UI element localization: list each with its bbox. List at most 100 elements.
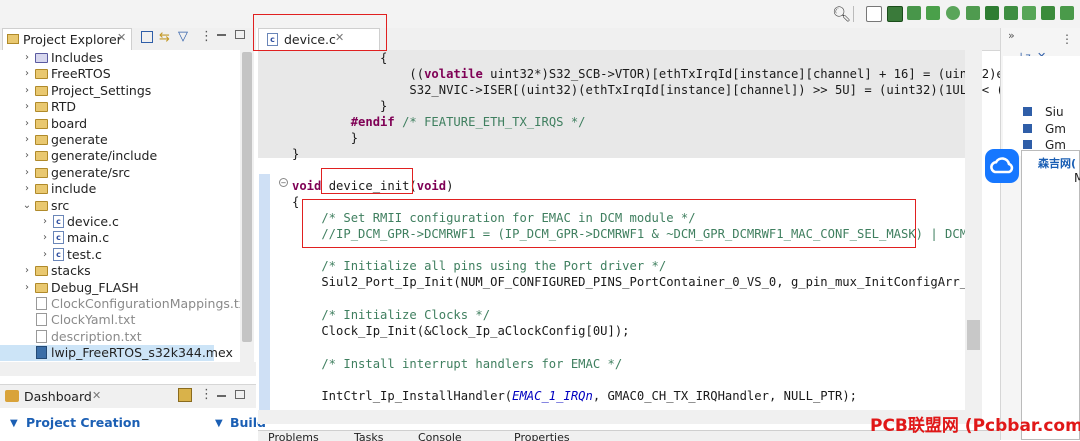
- folder-icon: [35, 135, 48, 145]
- dashboard-tabbar: Dashboard ✕ ⋮: [0, 384, 256, 409]
- chevron-right-icon[interactable]: ›: [40, 214, 50, 230]
- chevron-right-icon[interactable]: ›: [22, 181, 32, 197]
- dcd-icon[interactable]: [1022, 6, 1036, 20]
- code-line[interactable]: /* Initialize all pins using the Port dr…: [292, 258, 666, 274]
- ddr-icon[interactable]: [1004, 6, 1018, 20]
- outline-item-label: Siu: [1045, 105, 1064, 119]
- qe-icon[interactable]: [1041, 6, 1055, 20]
- code-line[interactable]: }: [292, 130, 358, 146]
- pins-icon[interactable]: [926, 6, 940, 20]
- open-perspective-icon[interactable]: [866, 6, 882, 22]
- peripherals-icon[interactable]: [966, 6, 980, 20]
- maximize-icon[interactable]: [235, 390, 245, 399]
- chevron-right-icon[interactable]: ›: [40, 247, 50, 263]
- tree-item[interactable]: › c main.c: [0, 230, 240, 246]
- chevron-down-icon[interactable]: ▼: [215, 418, 223, 429]
- search-icon[interactable]: 🔍︎: [832, 5, 851, 23]
- folder-icon: [35, 102, 48, 113]
- code-line[interactable]: IntCtrl_Ip_InstallHandler(EMAC_1_IRQn, G…: [292, 388, 857, 404]
- tree-item[interactable]: ClockConfigurationMappings.txt: [0, 296, 251, 312]
- close-icon[interactable]: ✕: [92, 389, 101, 402]
- tree-item[interactable]: › RTD: [0, 99, 240, 115]
- code-line[interactable]: }: [292, 98, 387, 114]
- chevron-right-icon[interactable]: ›: [22, 99, 32, 115]
- tree-item[interactable]: › generate: [0, 132, 240, 148]
- chevron-right-icon[interactable]: ›: [22, 132, 32, 148]
- filter-icon[interactable]: ▽: [178, 29, 188, 44]
- code-line[interactable]: Clock_Ip_Init(&Clock_Ip_aClockConfig[0U]…: [292, 323, 629, 339]
- fold-collapse-icon[interactable]: −: [279, 178, 288, 187]
- code-token: #endif: [350, 115, 395, 129]
- chevron-right-icon[interactable]: ›: [22, 280, 32, 296]
- misc-tool-icon[interactable]: [1060, 6, 1074, 20]
- tree-item[interactable]: › board: [0, 116, 240, 132]
- code-line[interactable]: {: [292, 50, 387, 66]
- chevron-right-icon[interactable]: ›: [22, 66, 32, 82]
- tree-item[interactable]: › Project_Settings: [0, 83, 240, 99]
- close-icon[interactable]: ✕: [117, 31, 126, 44]
- tree-item[interactable]: ⌄ src: [0, 198, 240, 214]
- code-token: , GMAC0_CH_TX_IRQHandler, NULL_PTR);: [592, 389, 857, 403]
- minimize-icon[interactable]: [217, 395, 226, 397]
- mex-file-icon: [36, 346, 47, 360]
- folder-icon: [35, 167, 48, 178]
- tab-project-explorer[interactable]: Project Explorer ✕: [2, 28, 132, 50]
- scrollbar-thumb[interactable]: [967, 320, 980, 350]
- clock-tool-icon[interactable]: [946, 6, 960, 20]
- chevron-right-icon[interactable]: ›: [22, 50, 32, 66]
- cloud-icon[interactable]: [985, 149, 1019, 183]
- tree-item[interactable]: › Includes: [0, 50, 240, 66]
- code-token: }: [292, 147, 300, 161]
- code-line[interactable]: ((volatile uint32*)S32_SCB->VTOR)[ethTxI…: [292, 66, 1003, 82]
- chevron-right-icon[interactable]: ›: [22, 263, 32, 279]
- scrollbar-thumb[interactable]: [242, 52, 252, 342]
- code-line[interactable]: /* Install interrupt handlers for EMAC *…: [292, 356, 622, 372]
- components-icon[interactable]: [985, 6, 999, 20]
- tree-item[interactable]: description.txt: [0, 329, 240, 345]
- tree-item[interactable]: › generate/src: [0, 165, 240, 181]
- tree-item[interactable]: › c device.c: [0, 214, 240, 230]
- code-line[interactable]: }: [292, 146, 299, 162]
- code-line[interactable]: {: [292, 194, 299, 210]
- code-line[interactable]: /* Initialize Clocks */: [292, 307, 490, 323]
- outline-tab-icon[interactable]: »: [1008, 29, 1015, 42]
- chip-icon[interactable]: [907, 6, 921, 20]
- tree-item-label: device.c: [67, 214, 119, 229]
- minimize-icon[interactable]: [217, 34, 226, 36]
- view-menu-icon[interactable]: ⋮: [200, 29, 213, 44]
- chevron-down-icon[interactable]: ⌄: [22, 198, 32, 214]
- tree-item[interactable]: › include: [0, 181, 240, 197]
- tree-item[interactable]: › Debug_FLASH: [0, 280, 240, 296]
- code-line[interactable]: Siul2_Port_Ip_Init(NUM_OF_CONFIGURED_PIN…: [292, 274, 974, 290]
- code-line[interactable]: #endif /* FEATURE_ETH_TX_IRQS */: [292, 114, 586, 130]
- collapse-all-icon[interactable]: [141, 31, 153, 43]
- tree-item[interactable]: › FreeRTOS: [0, 66, 240, 82]
- code-line[interactable]: S32_NVIC->ISER[(uint32)(ethTxIrqId[insta…: [292, 82, 1003, 98]
- tree-item[interactable]: › stacks: [0, 263, 240, 279]
- link-with-editor-icon[interactable]: ⇆: [159, 30, 170, 45]
- main-toolbar: 🔍︎: [0, 0, 1080, 28]
- maximize-icon[interactable]: [235, 30, 245, 39]
- tab-dashboard[interactable]: Dashboard: [24, 389, 92, 404]
- editor-scrollbar[interactable]: [965, 50, 982, 410]
- struct-icon: [1023, 107, 1032, 116]
- folder-icon: [35, 282, 48, 293]
- chevron-right-icon[interactable]: ›: [22, 116, 32, 132]
- chevron-right-icon[interactable]: ›: [22, 148, 32, 164]
- cloud-side-panel: 森吉网( M: [1021, 150, 1080, 440]
- chevron-right-icon[interactable]: ›: [40, 230, 50, 246]
- cpu-perspective-icon[interactable]: [887, 6, 903, 22]
- chevron-down-icon[interactable]: ▼: [10, 418, 18, 429]
- tree-item[interactable]: › generate/include: [0, 148, 240, 164]
- new-project-icon[interactable]: [178, 388, 192, 402]
- chevron-right-icon[interactable]: ›: [22, 165, 32, 181]
- project-tree-hscrollbar[interactable]: [0, 362, 256, 376]
- project-creation-label[interactable]: Project Creation: [26, 415, 140, 430]
- tree-item[interactable]: ClockYaml.txt: [0, 312, 240, 328]
- view-menu-icon[interactable]: ⋮: [1061, 32, 1073, 46]
- tree-item[interactable]: lwip_FreeRTOS_s32k344.mex: [0, 345, 233, 362]
- tree-item[interactable]: › c test.c: [0, 247, 240, 263]
- cloud-panel-text: 森吉网(: [1038, 157, 1077, 170]
- chevron-right-icon[interactable]: ›: [22, 83, 32, 99]
- view-menu-icon[interactable]: ⋮: [200, 387, 213, 402]
